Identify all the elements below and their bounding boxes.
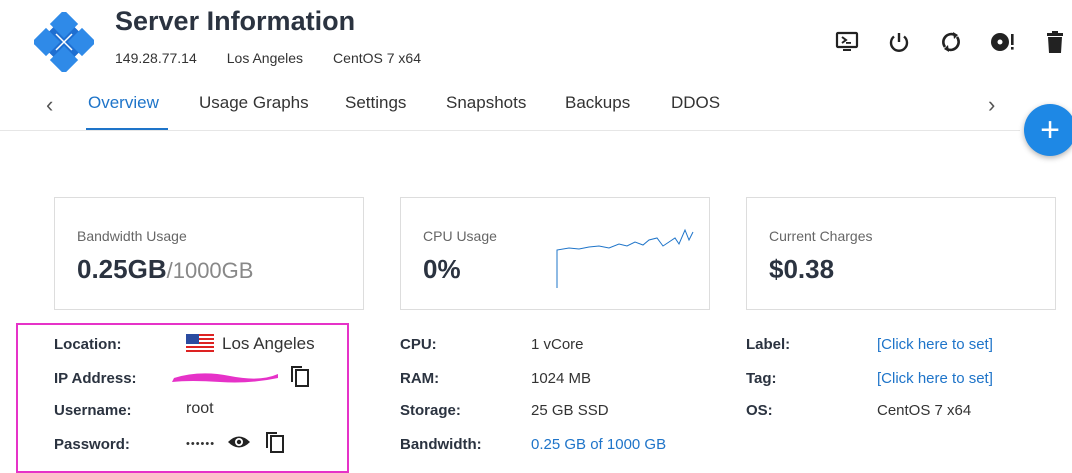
label-label: Label:: [746, 336, 791, 353]
active-tab-indicator: [86, 128, 168, 130]
copy-ip-button[interactable]: [288, 364, 310, 388]
set-tag-link[interactable]: [Click here to set]: [877, 370, 993, 387]
bandwidth-value-link[interactable]: 0.25 GB of 1000 GB: [531, 436, 666, 453]
vultr-logo: [34, 12, 94, 72]
ip-address-row: IP Address:: [54, 370, 137, 387]
tab-overview[interactable]: Overview: [88, 93, 159, 113]
password-value-row: ••••••: [186, 430, 285, 458]
restart-icon: [942, 32, 960, 52]
tab-usage-graphs[interactable]: Usage Graphs: [199, 93, 309, 113]
cpu-sparkline: [556, 228, 694, 288]
console-button[interactable]: [830, 28, 864, 56]
tab-backups[interactable]: Backups: [565, 93, 630, 113]
current-charges-card: Current Charges $0.38: [746, 197, 1056, 310]
bandwidth-usage-card: Bandwidth Usage 0.25GB/1000GB: [54, 197, 364, 310]
bandwidth-total: /1000GB: [166, 258, 254, 283]
location-row: Location:: [54, 336, 122, 353]
copy-icon: [291, 366, 309, 387]
copy-password-button[interactable]: [263, 430, 285, 458]
current-charges-label: Current Charges: [769, 228, 873, 244]
username-value: root: [186, 400, 214, 417]
password-row: Password:: [54, 436, 130, 453]
username-row: Username:: [54, 402, 132, 419]
cpu-usage-value: 0%: [423, 254, 461, 284]
copy-icon: [266, 432, 285, 453]
add-button[interactable]: +: [1024, 104, 1072, 156]
ram-label: RAM:: [400, 370, 440, 387]
eye-icon: [228, 436, 251, 448]
server-os: CentOS 7 x64: [333, 50, 421, 66]
tabs-scroll-left-icon[interactable]: ‹: [46, 92, 53, 118]
show-password-button[interactable]: [227, 434, 251, 454]
us-flag-icon: [186, 334, 214, 352]
tab-settings[interactable]: Settings: [345, 93, 406, 113]
storage-value: 25 GB SSD: [531, 402, 609, 419]
ram-value: 1024 MB: [531, 370, 592, 387]
delete-icon: [1047, 31, 1063, 53]
server-meta: 149.28.77.14 Los Angeles CentOS 7 x64: [115, 50, 451, 66]
tab-ddos[interactable]: DDOS: [671, 93, 720, 113]
redaction-scribble: [172, 373, 278, 383]
username-label: Username:: [54, 402, 132, 419]
ip-address-label: IP Address:: [54, 370, 137, 387]
cpu-usage-label: CPU Usage: [423, 228, 497, 244]
location-value: Los Angeles: [222, 334, 315, 353]
bandwidth-usage-label: Bandwidth Usage: [77, 228, 187, 244]
os-value: CentOS 7 x64: [877, 402, 972, 419]
location-value-row: Los Angeles: [186, 334, 315, 354]
delete-button[interactable]: [1038, 28, 1072, 56]
bandwidth-label: Bandwidth:: [400, 436, 482, 453]
tag-label: Tag:: [746, 370, 777, 387]
page-title: Server Information: [115, 6, 356, 36]
set-label-link[interactable]: [Click here to set]: [877, 336, 993, 353]
cpu-value: 1 vCore: [531, 336, 584, 353]
username-value-row: root: [186, 400, 214, 418]
power-button[interactable]: [882, 28, 916, 56]
current-charges-value: $0.38: [769, 254, 835, 284]
restart-button[interactable]: [934, 28, 968, 56]
server-toolbar: [812, 28, 1072, 56]
console-icon: [835, 31, 859, 51]
storage-label: Storage:: [400, 402, 461, 419]
reinstall-button[interactable]: [986, 28, 1020, 56]
server-tabs: ‹ Overview Usage Graphs Settings Snapsho…: [0, 84, 1020, 131]
bandwidth-usage-value: 0.25GB/1000GB: [77, 254, 253, 285]
os-label: OS:: [746, 402, 773, 419]
reinstall-icon: [991, 33, 1014, 51]
cpu-label: CPU:: [400, 336, 437, 353]
tabs-scroll-right-icon[interactable]: ›: [988, 92, 995, 118]
server-location: Los Angeles: [226, 50, 304, 66]
password-label: Password:: [54, 436, 130, 453]
tab-snapshots[interactable]: Snapshots: [446, 93, 526, 113]
server-ip: 149.28.77.14: [115, 50, 197, 66]
location-label: Location:: [54, 336, 122, 353]
cpu-usage-card: CPU Usage 0%: [400, 197, 710, 310]
password-value: ••••••: [186, 438, 216, 450]
power-icon: [889, 33, 909, 52]
bandwidth-used: 0.25GB: [77, 254, 167, 284]
